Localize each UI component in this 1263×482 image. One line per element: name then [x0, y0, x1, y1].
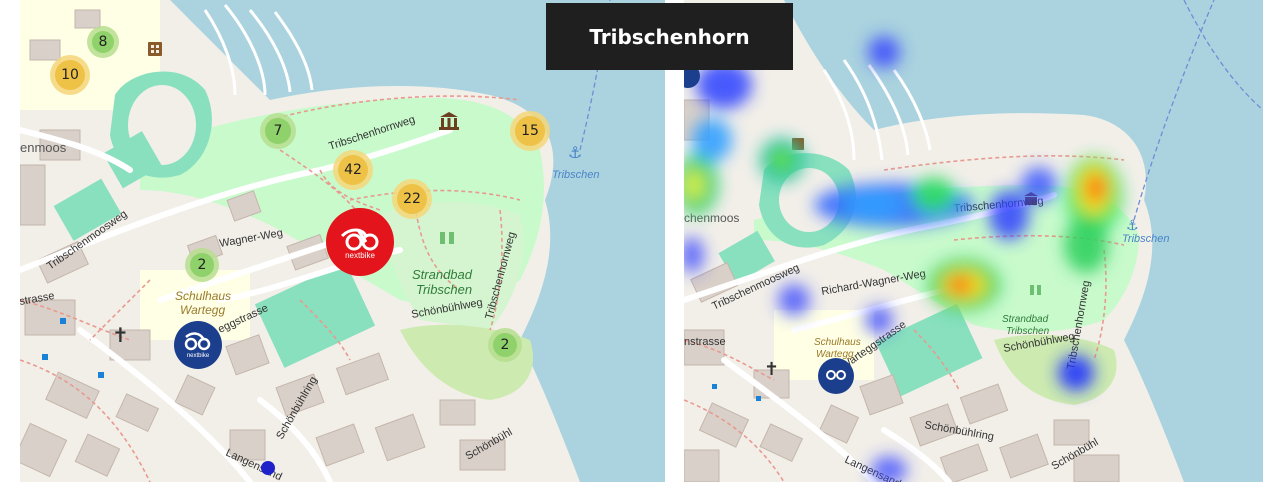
nextbike-station-highlighted[interactable]: nextbike	[326, 208, 394, 276]
cluster-count: 22	[403, 191, 421, 207]
location-dot	[261, 461, 275, 475]
place-label-schulhaus: Schulhaus	[175, 289, 231, 303]
cluster-marker[interactable]: 2	[488, 328, 522, 362]
cinema-icon	[148, 42, 162, 56]
place-label-strandbad-tribschen: Tribschen	[1006, 326, 1050, 337]
cluster-marker[interactable]: 15	[510, 111, 550, 151]
nextbike-station[interactable]: nextbike	[174, 321, 222, 369]
place-label-schulhaus: Schulhaus	[814, 337, 861, 348]
station-brand-label: nextbike	[345, 251, 375, 260]
cluster-count: 10	[61, 67, 79, 83]
place-label-strandbad: Strandbad	[1002, 314, 1049, 325]
cluster-count: 2	[198, 257, 207, 273]
heatmap-map[interactable]: ⚓ ✝ Tribschenhornweg Tribschenmoosweg Ri…	[684, 0, 1263, 482]
cluster-count: 2	[501, 337, 510, 353]
cluster-marker[interactable]: 22	[392, 179, 432, 219]
place-label-enmoos: enmoos	[20, 140, 67, 155]
page-title: Tribschenhorn	[546, 3, 793, 70]
place-label-strandbad-tribschen: Tribschen	[416, 282, 472, 297]
cluster-count: 7	[274, 123, 283, 139]
church-icon: ✝	[764, 359, 779, 380]
anchor-icon: ⚓	[1126, 218, 1139, 234]
anchor-icon: ⚓	[568, 143, 582, 162]
place-label-schulhaus-wartegg: Wartegg	[180, 303, 225, 317]
cluster-count: 8	[99, 34, 108, 50]
street-label-strasse: nstrasse	[684, 336, 726, 348]
cluster-map[interactable]: ⚓ Tribschen ✝ Tribschenhornweg Tribschen…	[20, 0, 665, 482]
cluster-marker[interactable]: 42	[333, 150, 373, 190]
place-label-tribschen: Tribschen	[552, 169, 599, 181]
cluster-count: 15	[521, 123, 539, 139]
cluster-marker[interactable]: 8	[87, 26, 119, 58]
cluster-marker[interactable]: 2	[185, 248, 219, 282]
cluster-marker[interactable]: 7	[260, 113, 296, 149]
place-label-tribschen: Tribschen	[1122, 233, 1169, 245]
place-label-strandbad: Strandbad	[412, 267, 473, 282]
nextbike-station[interactable]	[818, 358, 854, 394]
station-brand-label: nextbike	[187, 353, 210, 359]
cluster-marker[interactable]: 10	[50, 55, 90, 95]
cluster-count: 42	[344, 162, 362, 178]
church-icon: ✝	[112, 323, 129, 347]
